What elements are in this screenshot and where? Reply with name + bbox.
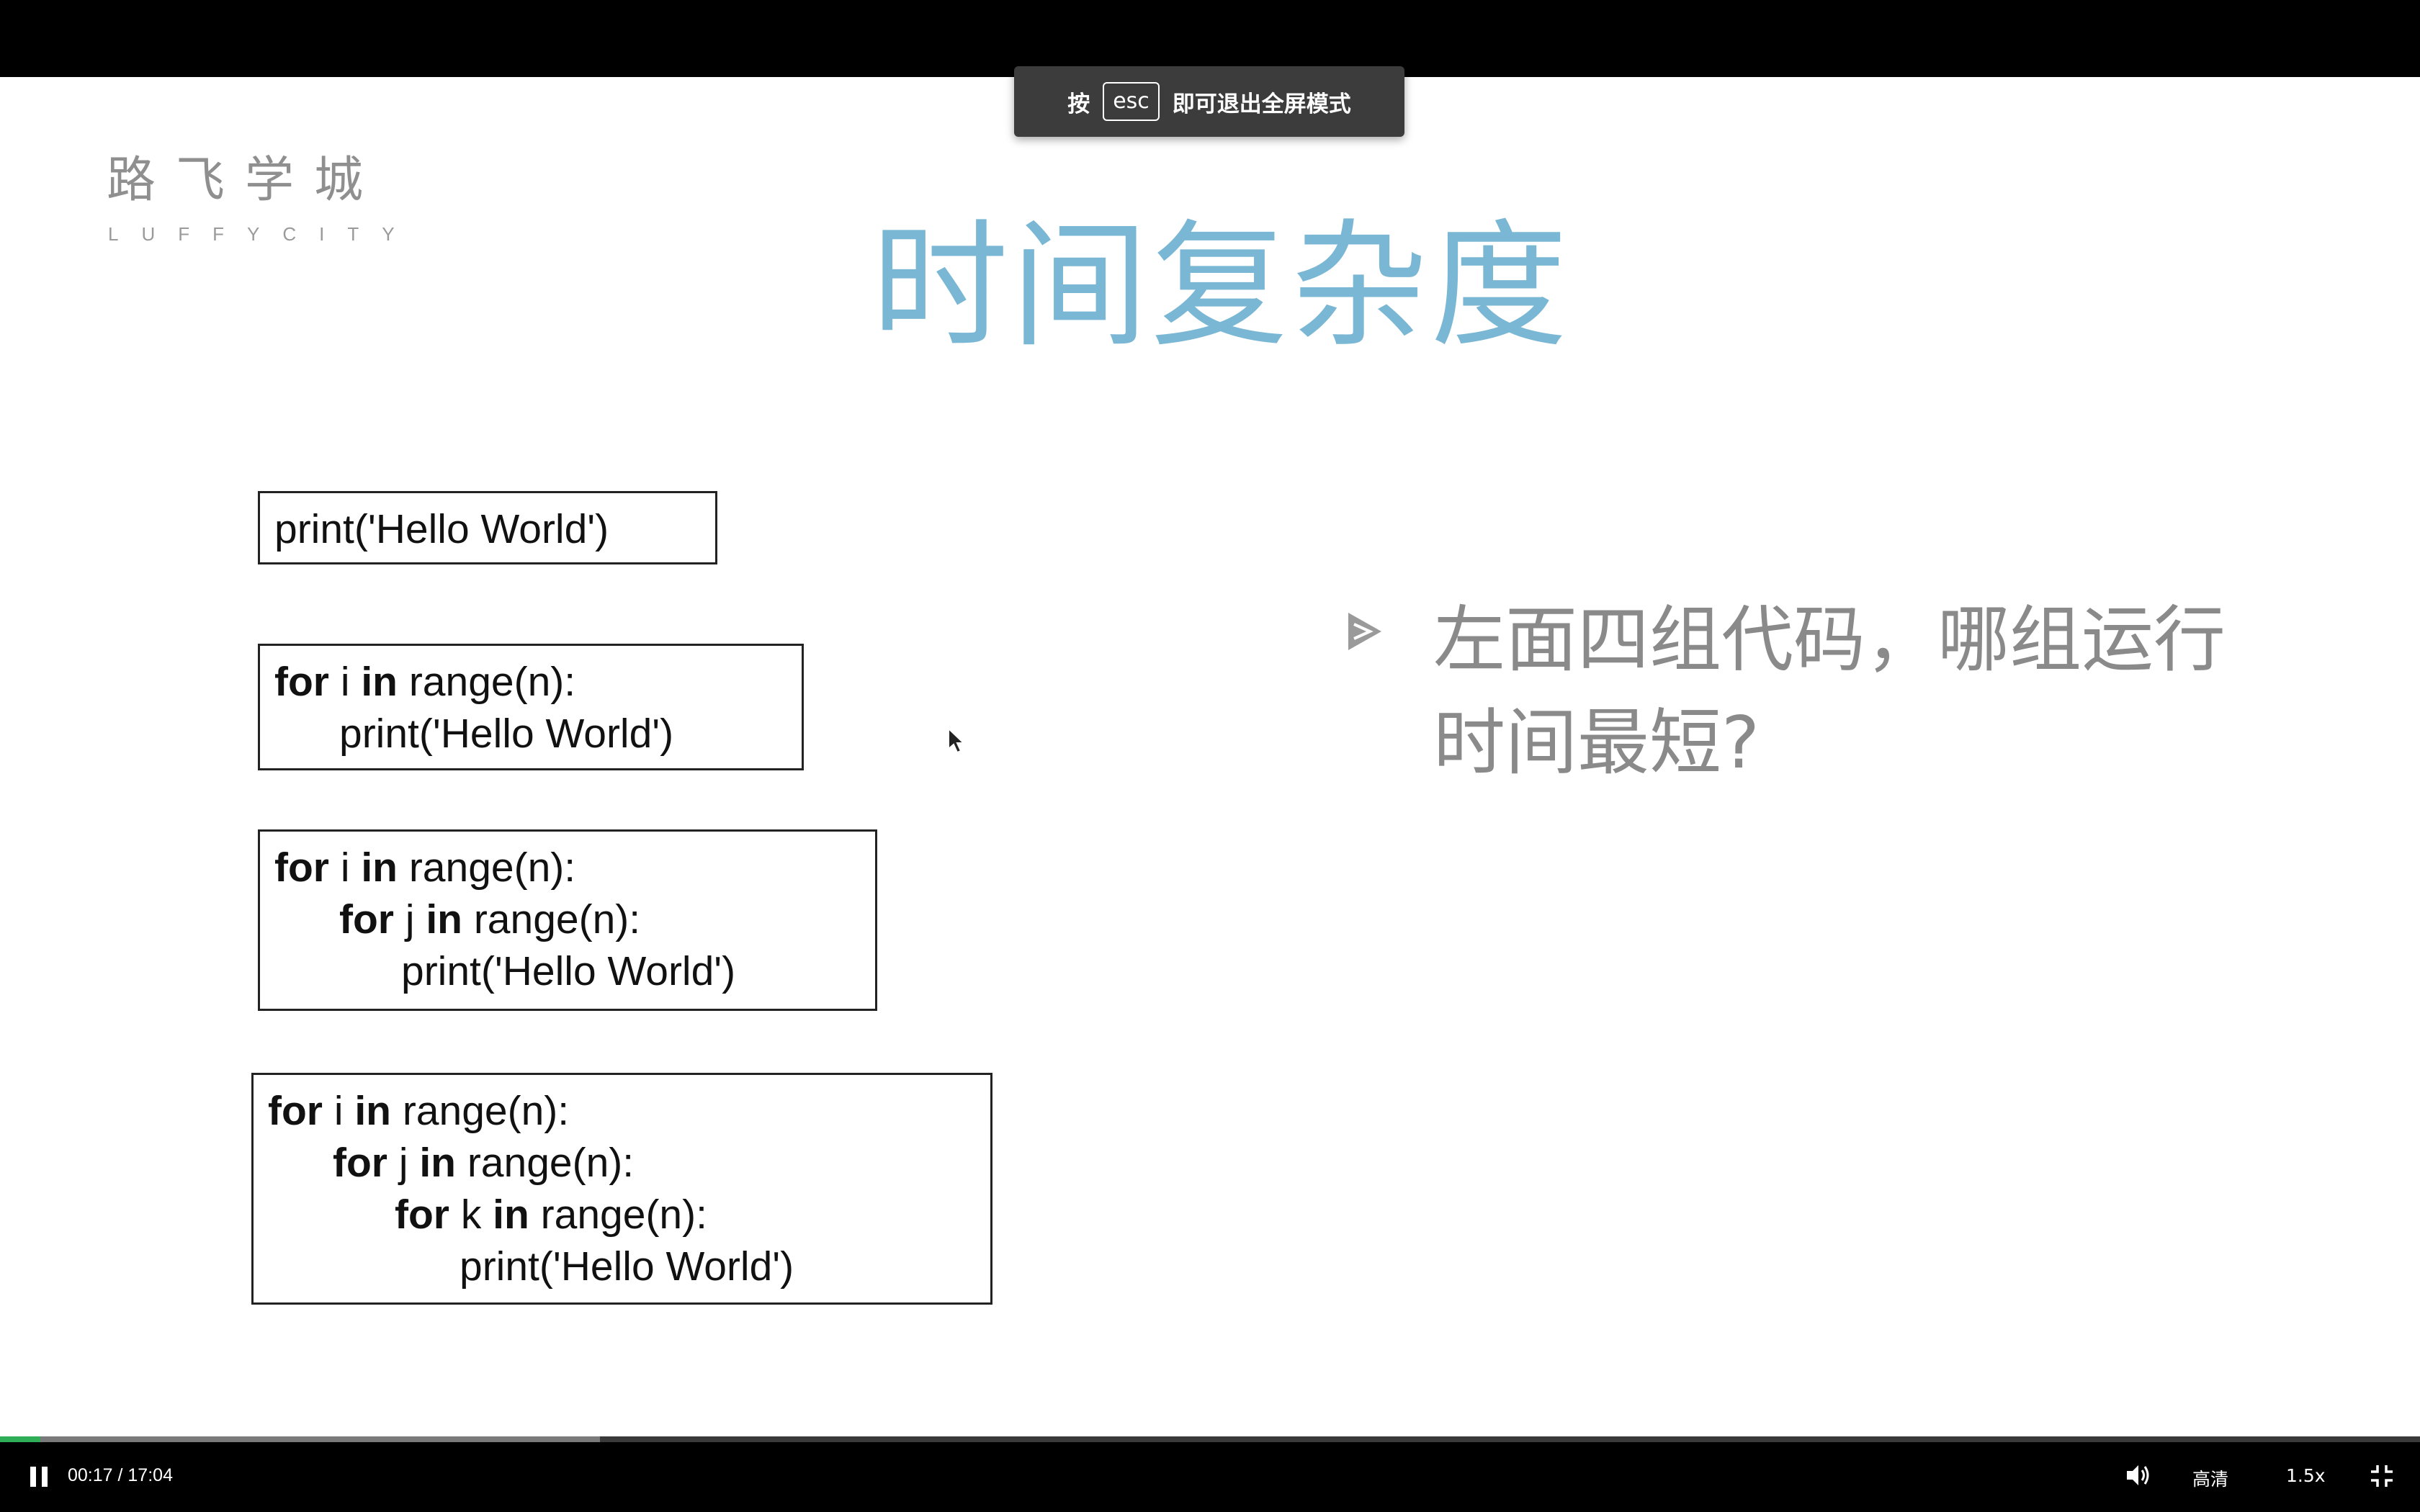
keyword-for: for bbox=[395, 1192, 449, 1238]
code-text: print('Hello World') bbox=[274, 506, 609, 552]
bullet-arrow-icon bbox=[1348, 613, 1381, 650]
esc-key-badge: esc bbox=[1103, 82, 1160, 121]
keyword-in: in bbox=[493, 1192, 529, 1238]
slide-title: 时间复杂度 bbox=[871, 207, 1571, 366]
keyword-in: in bbox=[361, 845, 398, 891]
exit-fullscreen-toast: 按 esc 即可退出全屏模式 bbox=[1014, 66, 1404, 137]
keyword-in: in bbox=[354, 1088, 391, 1134]
code-line: for i in range(n): bbox=[274, 842, 875, 894]
progress-buffered bbox=[0, 1436, 601, 1442]
code-text: print('Hello World') bbox=[401, 948, 736, 994]
code-block-2: for i in range(n): print('Hello World') bbox=[258, 644, 804, 770]
progress-played bbox=[0, 1436, 40, 1442]
keyword-in: in bbox=[419, 1140, 456, 1186]
question-line-2: 时间最短? bbox=[1433, 701, 1760, 785]
loop-var: j bbox=[393, 896, 426, 942]
progress-bar[interactable] bbox=[0, 1436, 2420, 1442]
code-line: print('Hello World') bbox=[274, 945, 875, 997]
loop-var: k bbox=[449, 1192, 493, 1238]
loop-var: i bbox=[328, 659, 362, 705]
range-call: range(n): bbox=[455, 1140, 635, 1186]
question-text: 左面四组代码，哪组运行 时间最短? bbox=[1433, 588, 2391, 794]
code-text: print('Hello World') bbox=[339, 711, 674, 757]
code-line: for j in range(n): bbox=[274, 894, 875, 945]
code-block-1: print('Hello World') bbox=[258, 491, 717, 564]
range-call: range(n): bbox=[397, 845, 576, 891]
keyword-for: for bbox=[274, 845, 329, 891]
loop-var: j bbox=[387, 1140, 420, 1186]
current-time: 00:17 bbox=[68, 1465, 113, 1485]
toast-prefix: 按 bbox=[1067, 91, 1090, 117]
keyword-for: for bbox=[274, 659, 329, 705]
code-line: for i in range(n): bbox=[274, 656, 802, 708]
playback-speed-selector[interactable]: 1.5x bbox=[2286, 1465, 2326, 1486]
keyword-for: for bbox=[268, 1088, 323, 1134]
luffycity-logo-english: LUFFYCITY bbox=[108, 223, 418, 245]
code-line: print('Hello World') bbox=[274, 708, 802, 760]
luffycity-logo-chinese: 路飞学城 bbox=[107, 152, 384, 209]
code-block-4: for i in range(n): for j in range(n): fo… bbox=[251, 1073, 992, 1305]
keyword-in: in bbox=[361, 659, 398, 705]
mouse-cursor-icon bbox=[948, 727, 966, 754]
loop-var: i bbox=[322, 1088, 355, 1134]
time-separator: / bbox=[112, 1465, 128, 1485]
volume-icon bbox=[2127, 1465, 2149, 1485]
keyword-for: for bbox=[333, 1140, 387, 1186]
exit-fullscreen-icon bbox=[2371, 1465, 2393, 1487]
exit-fullscreen-button[interactable] bbox=[2370, 1464, 2394, 1488]
keyword-for: for bbox=[339, 896, 394, 942]
range-call: range(n): bbox=[390, 1088, 570, 1134]
loop-var: i bbox=[328, 845, 362, 891]
keyword-in: in bbox=[426, 896, 462, 942]
duration: 17:04 bbox=[127, 1465, 173, 1485]
code-block-3: for i in range(n): for j in range(n): pr… bbox=[258, 829, 877, 1011]
quality-selector[interactable]: 高清 bbox=[2192, 1465, 2228, 1491]
pause-button[interactable] bbox=[29, 1465, 50, 1488]
time-display: 00:17 / 17:04 bbox=[68, 1465, 173, 1486]
code-text: print('Hello World') bbox=[460, 1243, 794, 1290]
video-controls-bar: 00:17 / 17:04 高清 1.5x bbox=[0, 1436, 2420, 1512]
range-call: range(n): bbox=[529, 1192, 707, 1238]
code-line: for j in range(n): bbox=[268, 1137, 990, 1189]
pause-icon bbox=[30, 1467, 48, 1487]
range-call: range(n): bbox=[462, 896, 641, 942]
code-line: for i in range(n): bbox=[268, 1085, 990, 1137]
question-line-1: 左面四组代码，哪组运行 bbox=[1433, 598, 2226, 682]
range-call: range(n): bbox=[397, 659, 576, 705]
code-line: for k in range(n): bbox=[268, 1189, 990, 1241]
code-line: print('Hello World') bbox=[274, 503, 715, 555]
code-line: print('Hello World') bbox=[268, 1241, 990, 1292]
volume-button[interactable] bbox=[2125, 1462, 2151, 1488]
toast-suffix: 即可退出全屏模式 bbox=[1172, 91, 1351, 117]
slide-canvas: 路飞学城 LUFFYCITY 时间复杂度 print('Hello World'… bbox=[0, 77, 2420, 1436]
